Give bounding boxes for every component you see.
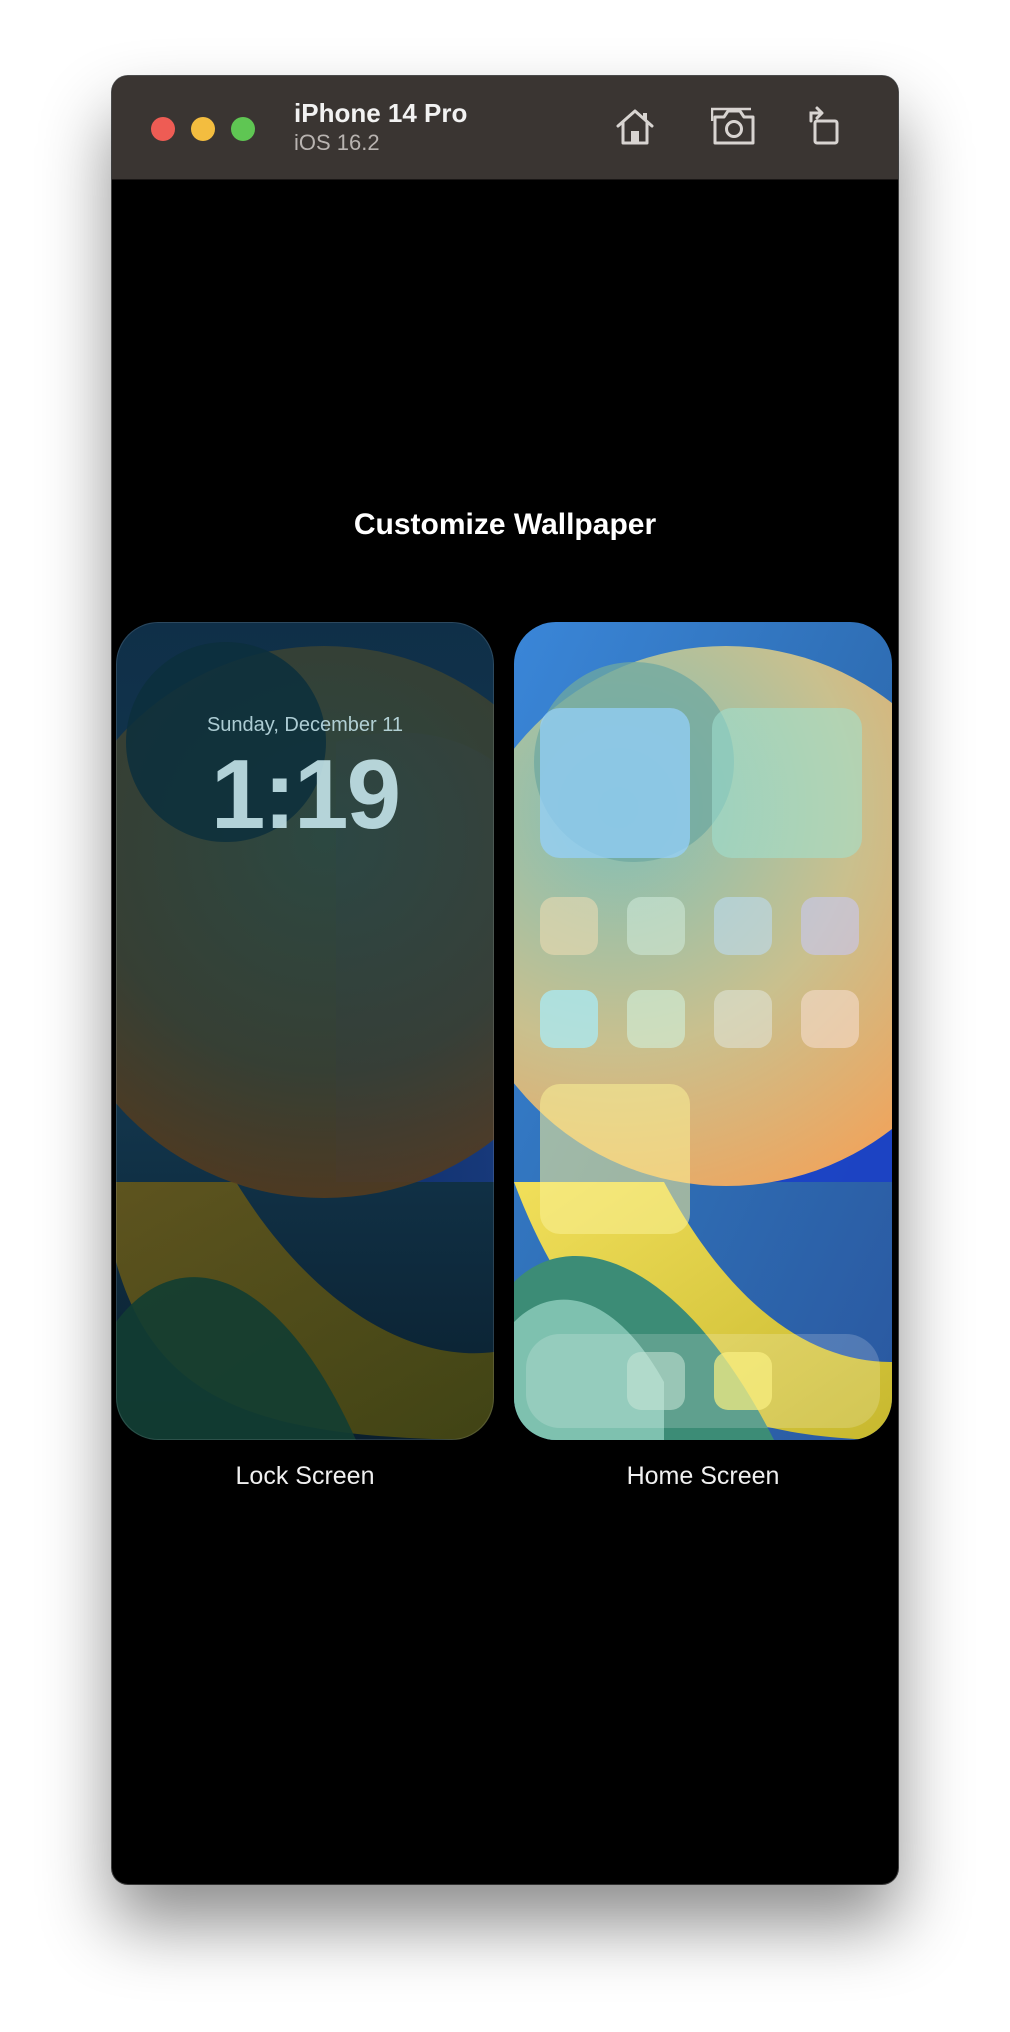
home-widget-3	[540, 1084, 690, 1234]
app-icon	[540, 990, 598, 1048]
app-icon	[627, 990, 685, 1048]
title-bar: iPhone 14 Pro iOS 16.2	[112, 76, 898, 180]
screenshot-button[interactable]	[709, 102, 759, 152]
dock-app-icon	[627, 1352, 685, 1410]
home-dock	[526, 1334, 880, 1428]
customize-wallpaper-title: Customize Wallpaper	[353, 508, 657, 541]
home-screen-preview[interactable]	[514, 622, 892, 1440]
home-button[interactable]	[610, 102, 660, 152]
home-icon	[616, 109, 654, 145]
lock-screen-label[interactable]: Lock Screen	[116, 1462, 494, 1491]
device-name: iPhone 14 Pro	[294, 98, 468, 128]
app-icon	[801, 990, 859, 1048]
simulator-window: iPhone 14 Pro iOS 16.2 Customize Wallpap…	[112, 76, 898, 1884]
rotate-icon	[809, 106, 839, 145]
lock-screen-time: 1:19	[210, 739, 401, 849]
os-version: iOS 16.2	[294, 130, 380, 155]
camera-icon	[711, 107, 755, 145]
home-widget-2	[712, 708, 862, 858]
rotate-button[interactable]	[800, 102, 850, 152]
lock-screen-date: Sunday, December 11	[206, 714, 404, 736]
close-window-button[interactable]	[151, 117, 175, 141]
home-widget-1	[540, 708, 690, 858]
app-icon	[540, 897, 598, 955]
app-icon	[714, 897, 772, 955]
app-icon	[801, 897, 859, 955]
app-icon	[714, 990, 772, 1048]
app-icon	[627, 897, 685, 955]
minimize-window-button[interactable]	[191, 117, 215, 141]
home-screen-label[interactable]: Home Screen	[514, 1462, 892, 1491]
zoom-window-button[interactable]	[231, 117, 255, 141]
dock-app-icon	[714, 1352, 772, 1410]
lock-screen-preview[interactable]: Sunday, December 11 1:19	[116, 622, 494, 1440]
